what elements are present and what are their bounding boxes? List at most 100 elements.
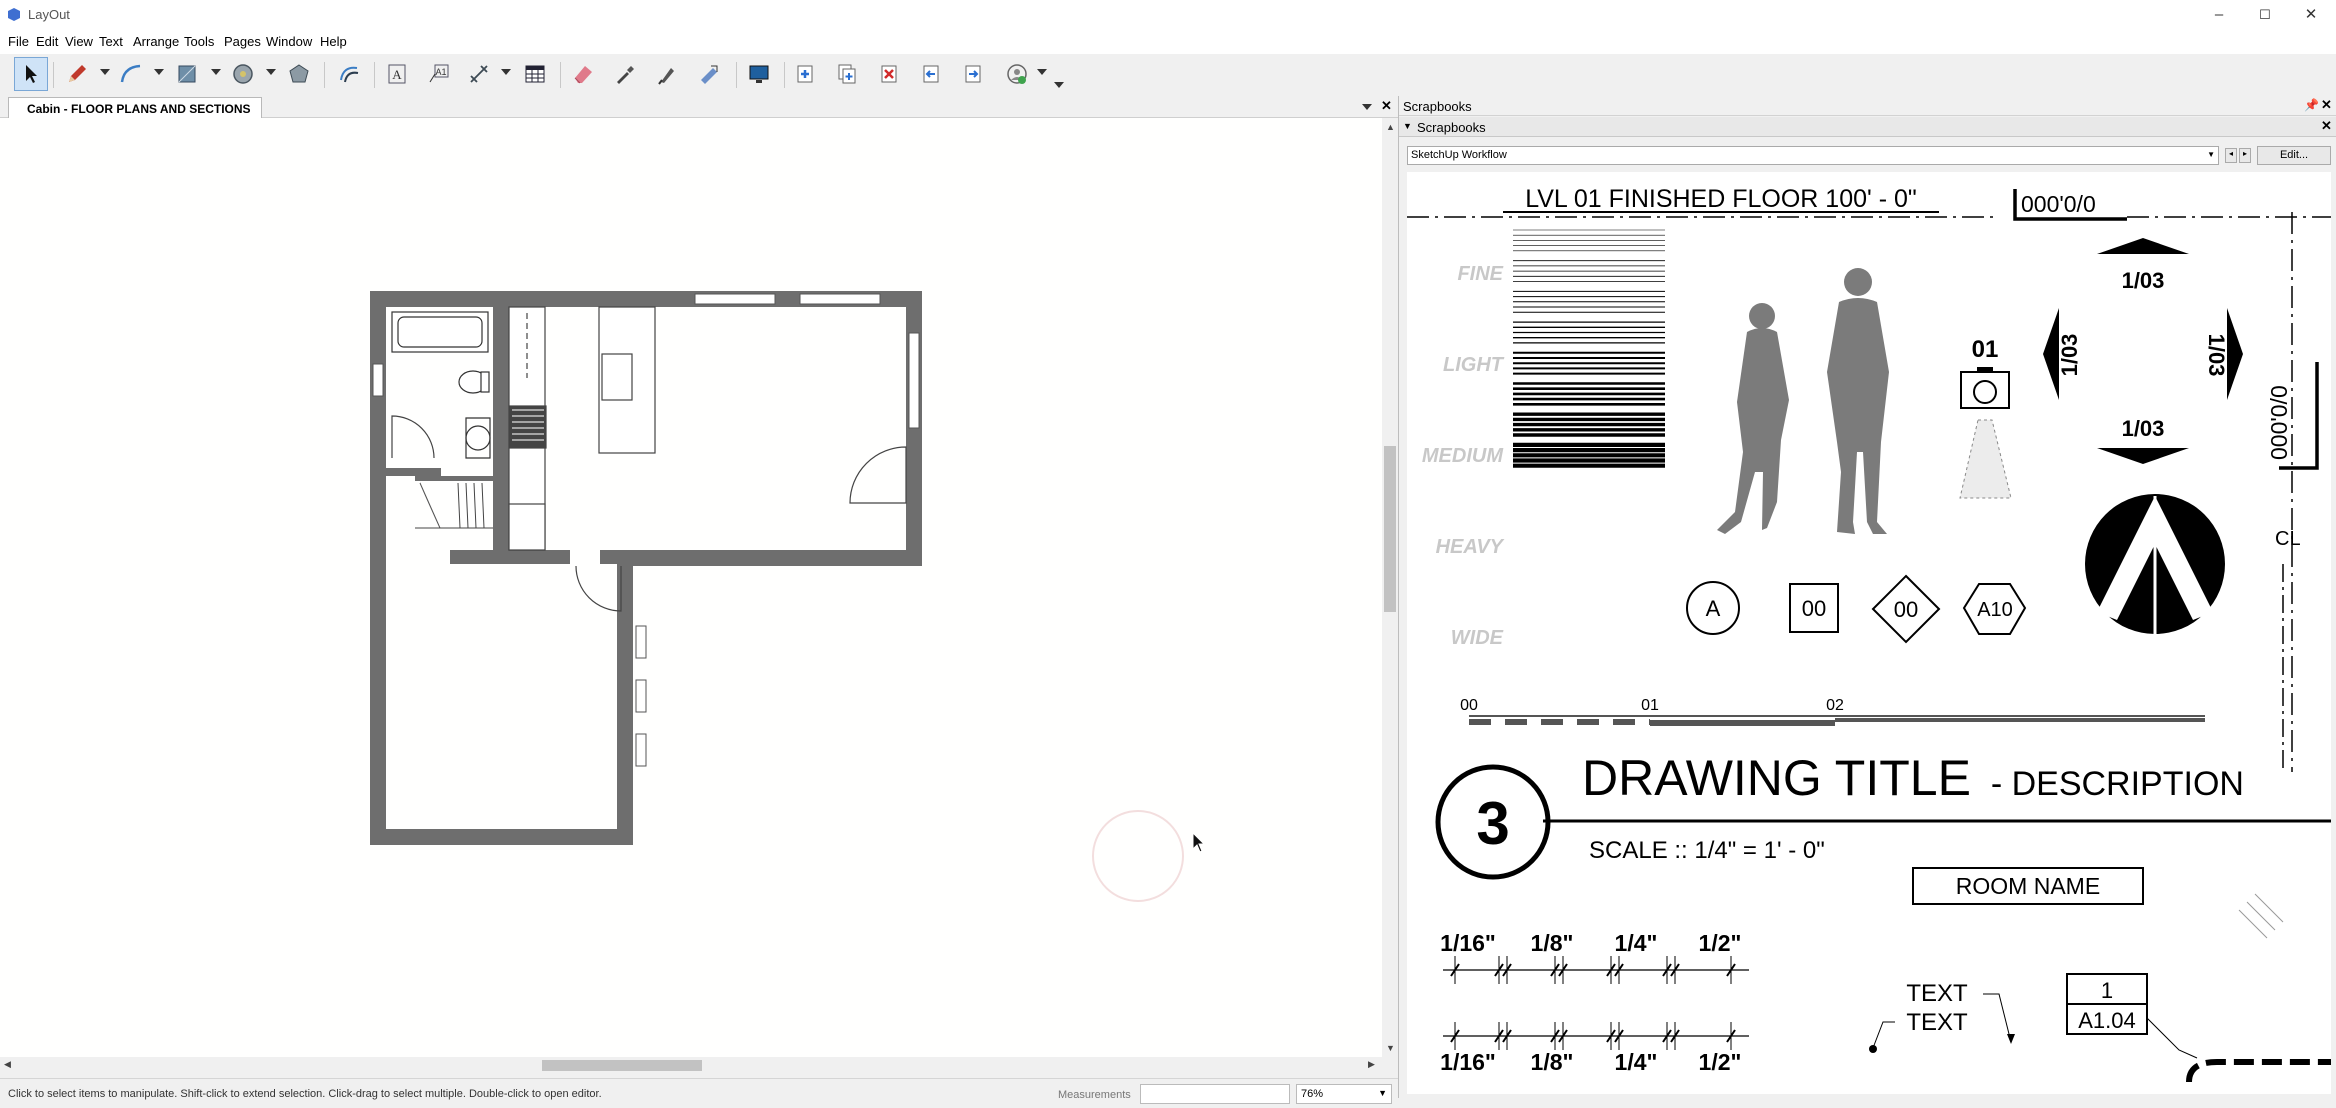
sample-tool-button[interactable]	[650, 57, 684, 91]
maximize-button[interactable]: ☐	[2242, 0, 2288, 30]
eraser-tool-button[interactable]	[566, 57, 600, 91]
line-weight-medium: MEDIUM	[1422, 445, 1504, 467]
scroll-up-icon[interactable]: ▲	[1386, 122, 1395, 132]
arrow-label-right: 1/03	[2204, 334, 2229, 377]
collapse-triangle-icon: ▼	[1403, 121, 1412, 131]
table-tool-button[interactable]	[518, 57, 552, 91]
scale-figure-woman[interactable]	[1717, 303, 1789, 534]
tag-symbols[interactable]: A 00 00 A10	[1686, 574, 2027, 644]
floor-plan-drawing	[370, 291, 922, 845]
scale-tick-2: 02	[1826, 697, 1844, 714]
style-tool-button[interactable]	[608, 57, 642, 91]
menu-view[interactable]: View	[65, 34, 93, 49]
drawing-canvas[interactable]	[0, 118, 1382, 1057]
tray-close-icon[interactable]: ✕	[2321, 97, 2332, 113]
circle-tool-button[interactable]	[226, 57, 260, 91]
scroll-down-icon[interactable]: ▼	[1386, 1043, 1395, 1053]
centerline-symbol[interactable]: CL	[2275, 528, 2301, 772]
drawing-title-block[interactable]: 3 DRAWING TITLE - DESCRIPTION SCALE :: 1…	[1435, 750, 2331, 880]
north-arrow[interactable]	[2085, 494, 2225, 637]
tab-list-dropdown-icon[interactable]	[1362, 104, 1372, 110]
measurements-input[interactable]	[1140, 1084, 1290, 1104]
add-page-tool-button[interactable]	[788, 57, 822, 91]
svg-text:A1: A1	[435, 67, 446, 77]
elevation-marker[interactable]: 000'0/0	[2013, 189, 2331, 221]
previous-page-tool-button[interactable]	[914, 57, 948, 91]
duplicate-page-tool-button[interactable]	[830, 57, 864, 91]
svg-text:A: A	[392, 67, 402, 82]
edit-scrapbook-button[interactable]: Edit...	[2257, 146, 2331, 165]
level-marker[interactable]: LVL 01 FINISHED FLOOR 100' - 0"	[1407, 185, 1997, 218]
next-page-tool-button[interactable]	[956, 57, 990, 91]
next-scrapbook-icon[interactable]: ▸	[2239, 148, 2251, 163]
arrow-label-top: 1/03	[2122, 268, 2165, 293]
chevron-down-icon: ▼	[1378, 1088, 1387, 1098]
dimension-samples[interactable]: 1/16" 1/8" 1/4" 1/2" 1/16" 1/8" 1/4" 1/2…	[1440, 930, 1749, 1075]
menu-arrange[interactable]: Arrange	[133, 34, 179, 49]
select-tool-button[interactable]	[14, 57, 48, 91]
dim-bottom-4: 1/2"	[1699, 1049, 1742, 1075]
graphic-scale-bar[interactable]: 00 01 02	[1460, 697, 2205, 726]
vertical-scroll-thumb[interactable]	[1384, 446, 1396, 612]
scrapbook-select[interactable]: SketchUp Workflow ▼	[1407, 146, 2219, 165]
dimension-icon	[470, 65, 488, 83]
vertical-scrollbar[interactable]: ▲ ▼	[1382, 118, 1398, 1057]
presentation-tool-button[interactable]	[742, 57, 776, 91]
duplicate-page-icon	[838, 64, 856, 84]
section-arrows[interactable]: 1/03 1/03 1/03 1/03	[2043, 238, 2243, 464]
pencil-icon	[69, 65, 86, 82]
label-tool-button[interactable]: A1	[422, 57, 456, 91]
camera-label: 01	[1972, 336, 1999, 363]
elevation-label-vertical: 000'0/0	[2266, 385, 2292, 460]
scrapbook-page[interactable]: LVL 01 FINISHED FLOOR 100' - 0" 000'0/0 …	[1407, 172, 2331, 1094]
line-tool-button[interactable]	[60, 57, 94, 91]
menu-tools[interactable]: Tools	[184, 34, 214, 49]
rectangle-tool-button[interactable]	[170, 57, 204, 91]
pin-icon[interactable]: 📌	[2304, 98, 2319, 112]
delete-page-tool-button[interactable]	[872, 57, 906, 91]
dim-top-1: 1/16"	[1440, 930, 1496, 956]
line-weight-heavy: HEAVY	[1436, 536, 1505, 558]
leader-text[interactable]: TEXT TEXT	[1869, 980, 2015, 1053]
scale-figure-man[interactable]	[1827, 268, 1889, 534]
split-tool-button[interactable]	[692, 57, 726, 91]
close-button[interactable]: ✕	[2288, 0, 2334, 30]
document-tab[interactable]: Cabin - FLOOR PLANS AND SECTIONS	[8, 97, 262, 118]
menu-pages[interactable]: Pages	[224, 34, 261, 49]
menu-text[interactable]: Text	[99, 34, 123, 49]
document-close-icon[interactable]: ✕	[1381, 98, 1392, 114]
horizontal-scrollbar[interactable]: ◀ ▶	[0, 1057, 1382, 1074]
split-icon	[701, 65, 718, 84]
menu-bar: File Edit View Text Arrange Tools Pages …	[0, 30, 2336, 54]
horizontal-scroll-thumb[interactable]	[542, 1060, 702, 1071]
scroll-left-icon[interactable]: ◀	[4, 1059, 11, 1070]
scroll-right-icon[interactable]: ▶	[1368, 1059, 1375, 1070]
dimension-tool-button[interactable]	[462, 57, 496, 91]
status-hint: Click to select items to manipulate. Shi…	[8, 1088, 602, 1100]
document-tab-title: Cabin - FLOOR PLANS AND SECTIONS	[27, 102, 251, 116]
scrapbooks-section-header[interactable]: ▼ Scrapbooks ✕	[1399, 117, 2336, 137]
tag-circle-label: A	[1706, 596, 1721, 621]
dim-top-3: 1/4"	[1615, 930, 1658, 956]
reference-tag[interactable]: 1 A1.04	[2066, 973, 2331, 1083]
zoom-select[interactable]: 76% ▼	[1296, 1084, 1392, 1104]
tag-diamond-label: 00	[1894, 597, 1918, 622]
rectangle-icon	[178, 65, 196, 83]
polygon-tool-button[interactable]	[282, 57, 316, 91]
elevation-label: 000'0/0	[2021, 191, 2096, 217]
text-tool-button[interactable]: A	[380, 57, 414, 91]
arc-tool-button[interactable]	[114, 57, 148, 91]
menu-edit[interactable]: Edit	[36, 34, 58, 49]
menu-window[interactable]: Window	[266, 34, 312, 49]
elevation-marker-vertical[interactable]: 000'0/0	[2266, 212, 2319, 772]
add-user-tool-button[interactable]	[1000, 57, 1034, 91]
previous-scrapbook-icon[interactable]: ◂	[2225, 148, 2237, 163]
minimize-button[interactable]: –	[2196, 0, 2242, 30]
camera-symbol[interactable]: 01	[1959, 336, 2012, 499]
room-name-tag[interactable]: ROOM NAME	[1912, 867, 2144, 905]
offset-tool-button[interactable]	[332, 57, 366, 91]
menu-help[interactable]: Help	[320, 34, 347, 49]
menu-file[interactable]: File	[8, 34, 29, 49]
arrow-label-left: 1/03	[2057, 334, 2082, 377]
section-close-icon[interactable]: ✕	[2321, 118, 2332, 134]
